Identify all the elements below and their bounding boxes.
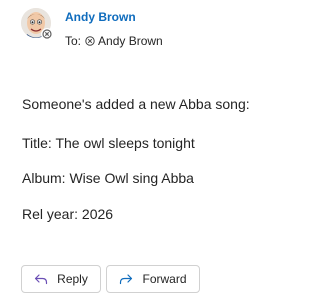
email-reading-pane: Andy Brown To: Andy Brown Someone's adde… xyxy=(0,0,280,304)
forward-button[interactable]: Forward xyxy=(106,265,200,293)
recipient-status-icon xyxy=(85,36,95,46)
to-line: To: Andy Brown xyxy=(65,34,163,48)
recipient-name[interactable]: Andy Brown xyxy=(98,34,163,48)
to-label: To: xyxy=(65,34,82,48)
forward-icon xyxy=(119,273,133,285)
reply-icon xyxy=(34,273,48,285)
body-intro: Someone's added a new Abba song: xyxy=(22,96,250,112)
body-album-line: Album: Wise Owl sing Abba xyxy=(22,170,194,186)
reply-button[interactable]: Reply xyxy=(21,265,101,293)
sender-name[interactable]: Andy Brown xyxy=(65,10,136,24)
reply-label: Reply xyxy=(57,272,88,286)
body-title-line: Title: The owl sleeps tonight xyxy=(22,135,195,151)
body-year-line: Rel year: 2026 xyxy=(22,206,114,222)
forward-label: Forward xyxy=(142,272,187,286)
presence-blocked-icon xyxy=(41,28,53,40)
